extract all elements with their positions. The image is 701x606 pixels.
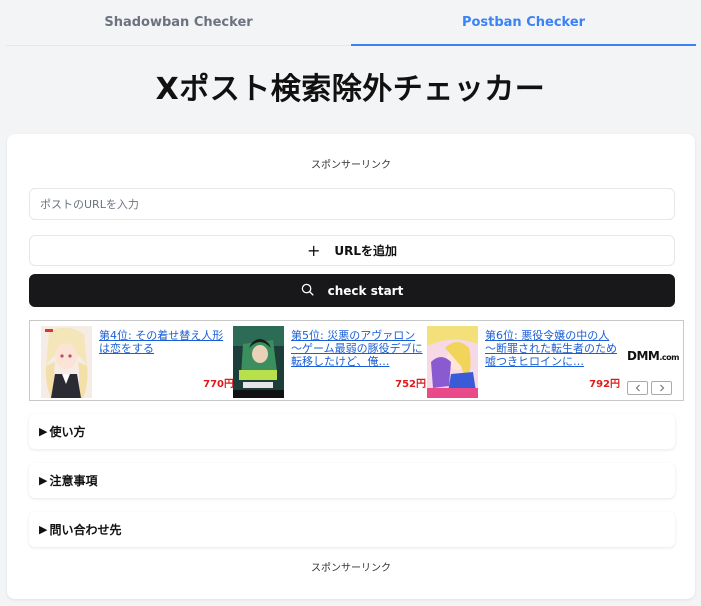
book-cover-image[interactable] — [427, 326, 478, 398]
sponsor-label-bottom: スポンサーリンク — [311, 563, 391, 574]
triangle-right-icon: ▶ — [39, 523, 48, 536]
check-start-button[interactable]: check start — [29, 274, 675, 307]
accordion-usage-label: 使い方 — [49, 425, 86, 439]
dmm-logo[interactable]: DMM.com — [627, 349, 679, 363]
accordion-contact[interactable]: ▶ 問い合わせ先 — [29, 512, 675, 547]
chevron-right-icon — [659, 384, 664, 392]
triangle-right-icon: ▶ — [39, 425, 48, 438]
carousel-prev-button[interactable] — [627, 381, 648, 395]
book-cover-image[interactable] — [233, 326, 284, 398]
accordion-notes-label: 注意事項 — [49, 474, 98, 488]
ad-price: 752円 — [395, 379, 426, 390]
dmm-logo-text: DMM — [627, 349, 660, 363]
book-cover-image[interactable] — [41, 326, 92, 398]
ad-title-link[interactable]: 第5位: 災悪のアヴァロン～ゲーム最弱の豚役デブに転移したけど、俺… — [291, 329, 426, 369]
post-url-input[interactable] — [29, 188, 675, 220]
ad-title-link[interactable]: 第4位: その着せ替え人形は恋をする — [99, 329, 234, 369]
ad-price: 792円 — [589, 379, 620, 390]
ad-title-link[interactable]: 第6位: 悪役令嬢の中の人～断罪された転生者のため嘘つきヒロインに… — [485, 329, 620, 369]
tab-bar: Shadowban Checker Postban Checker — [6, 0, 696, 46]
triangle-right-icon: ▶ — [39, 474, 48, 487]
search-icon — [301, 283, 314, 299]
dmm-logo-suffix: .com — [659, 353, 679, 362]
accordion-notes[interactable]: ▶ 注意事項 — [29, 463, 675, 498]
sponsor-label-top: スポンサーリンク — [311, 160, 391, 171]
add-url-label: URLを追加 — [334, 244, 398, 258]
tab-shadowban-checker[interactable]: Shadowban Checker — [6, 0, 351, 46]
carousel-next-button[interactable] — [651, 381, 672, 395]
ad-banner: 第4位: その着せ替え人形は恋をする 770円 第5位: 災悪のアヴァロン～ゲー… — [29, 320, 684, 401]
accordion-contact-label: 問い合わせ先 — [49, 523, 122, 537]
add-url-button[interactable]: + URLを追加 — [29, 235, 675, 266]
checker-card: スポンサーリンク + URLを追加 check start — [7, 134, 695, 599]
page-title: Xポスト検索除外チェッカー — [155, 72, 546, 107]
chevron-left-icon — [635, 384, 640, 392]
plus-icon: + — [306, 241, 321, 260]
accordion-usage[interactable]: ▶ 使い方 — [29, 414, 675, 449]
ad-price: 770円 — [203, 379, 234, 390]
check-start-label: check start — [327, 283, 404, 298]
tab-postban-checker[interactable]: Postban Checker — [351, 0, 696, 46]
ad-carousel-nav — [627, 381, 672, 395]
